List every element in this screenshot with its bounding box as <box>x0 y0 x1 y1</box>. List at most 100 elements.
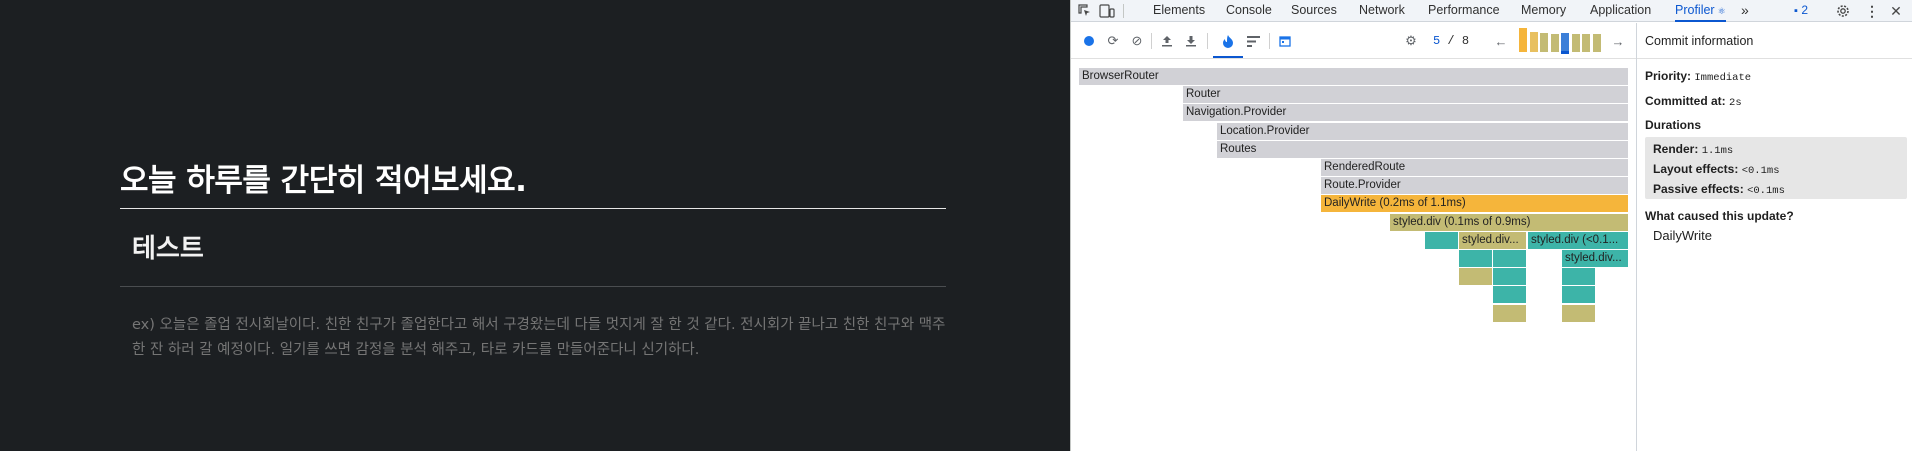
commit-current: 5 <box>1433 34 1441 48</box>
tab-profiler[interactable]: Profiler ⚛ <box>1675 0 1726 22</box>
inspect-element-icon[interactable] <box>1075 1 1095 21</box>
passive-effects-row: Passive effects: <0.1ms <box>1653 182 1785 197</box>
ranked-chart-icon[interactable] <box>1243 31 1263 51</box>
committed-at-value: 2s <box>1729 97 1742 109</box>
active-view-indicator <box>1213 56 1243 58</box>
commit-bar[interactable] <box>1519 28 1527 52</box>
timeline-calendar-icon[interactable] <box>1275 31 1295 51</box>
render-value: 1.1ms <box>1701 145 1734 157</box>
commit-bar[interactable] <box>1571 34 1580 52</box>
tab-application[interactable]: Application <box>1590 0 1651 22</box>
priority-value: Immediate <box>1694 72 1752 84</box>
flamegraph-node[interactable]: styled.div... <box>1562 250 1629 267</box>
flame-chart-icon[interactable] <box>1218 31 1238 51</box>
flamegraph-node[interactable]: RenderedRoute <box>1321 159 1629 176</box>
flamegraph-node[interactable]: styled.div... <box>1459 231 1527 249</box>
message-icon: ▪ <box>1794 5 1798 17</box>
priority-row: Priority: Immediate <box>1645 69 1751 84</box>
committed-at-label: Committed at: <box>1645 94 1726 108</box>
close-icon[interactable]: ✕ <box>1886 1 1906 21</box>
render-duration-row: Render: 1.1ms <box>1653 142 1733 157</box>
flamegraph-node[interactable] <box>1459 268 1493 286</box>
committed-at-row: Committed at: 2s <box>1645 94 1742 109</box>
layout-effects-row: Layout effects: <0.1ms <box>1653 162 1780 177</box>
commit-bar[interactable] <box>1540 33 1548 52</box>
flamegraph-node[interactable] <box>1459 250 1493 267</box>
issues-button[interactable]: ▪ 2 <box>1794 0 1808 22</box>
diary-content-textarea[interactable] <box>132 313 952 388</box>
flamegraph-node[interactable] <box>1562 304 1596 322</box>
commit-counter: 5 / 8 <box>1433 34 1469 48</box>
next-commit-arrow-icon[interactable]: → <box>1608 31 1628 51</box>
commit-bar[interactable] <box>1561 33 1569 52</box>
toolbar-separator <box>1207 33 1208 49</box>
flamegraph-node[interactable]: styled.div (<0.1... <box>1528 231 1629 249</box>
flamegraph-node[interactable] <box>1493 268 1527 286</box>
layout-effects-value: <0.1ms <box>1741 165 1780 177</box>
app-page: 오늘 하루를 간단히 적어보세요. <box>0 0 1070 451</box>
tabbar-separator <box>1123 4 1124 18</box>
commit-info-sidebar: Commit information Priority: Immediate C… <box>1636 23 1912 451</box>
flamegraph-node[interactable] <box>1493 304 1527 322</box>
flamegraph-node[interactable] <box>1562 268 1596 286</box>
page-heading: 오늘 하루를 간단히 적어보세요. <box>120 163 527 199</box>
reload-and-profile-icon[interactable]: ⟳ <box>1103 31 1123 51</box>
commit-total: 8 <box>1461 34 1470 48</box>
clear-icon[interactable]: ⊘ <box>1127 31 1147 51</box>
flamegraph-node[interactable]: Router <box>1183 86 1629 104</box>
previous-commit-arrow-icon[interactable]: ← <box>1491 31 1511 51</box>
gear-icon[interactable] <box>1833 1 1853 21</box>
profiler-toolbar: ⟳ ⊘ ⚙ 5 / 8 ← → <box>1071 23 1636 59</box>
tab-sources[interactable]: Sources <box>1291 0 1337 22</box>
flamegraph-node[interactable]: Navigation.Provider <box>1183 104 1629 122</box>
update-cause-label: What caused this update? <box>1645 209 1794 223</box>
load-profile-icon[interactable] <box>1157 31 1177 51</box>
flamegraph-chart: BrowserRouter Router Navigation.Provider Lo… <box>1079 68 1629 368</box>
commit-bar[interactable] <box>1582 34 1590 52</box>
commit-info-header: Commit information <box>1637 23 1912 59</box>
update-cause-component[interactable]: DailyWrite <box>1653 228 1712 243</box>
flamegraph-node[interactable]: Location.Provider <box>1217 122 1629 140</box>
tab-profiler-label: Profiler <box>1675 3 1715 17</box>
flamegraph-node[interactable]: Route.Provider <box>1321 177 1629 195</box>
commit-selector-chart[interactable] <box>1519 25 1603 57</box>
record-icon[interactable] <box>1079 31 1099 51</box>
double-chevron-right-icon[interactable]: » <box>1741 0 1749 22</box>
flamegraph-node[interactable] <box>1425 231 1459 249</box>
durations-box: Render: 1.1ms Layout effects: <0.1ms Pas… <box>1645 137 1907 199</box>
diary-title-input[interactable] <box>132 231 932 261</box>
flamegraph-node[interactable]: BrowserRouter <box>1079 68 1629 85</box>
issues-count: 2 <box>1801 3 1809 17</box>
selected-commit-marker <box>1561 51 1569 54</box>
tab-console[interactable]: Console <box>1226 0 1272 22</box>
flamegraph-node[interactable] <box>1562 286 1596 304</box>
tab-memory[interactable]: Memory <box>1521 0 1566 22</box>
content-divider <box>120 286 946 287</box>
device-toolbar-icon[interactable] <box>1097 1 1117 21</box>
commit-bar[interactable] <box>1550 34 1559 52</box>
flamegraph-node[interactable]: Routes <box>1217 140 1629 158</box>
durations-label: Durations <box>1645 118 1702 132</box>
passive-effects-value: <0.1ms <box>1747 185 1785 197</box>
flamegraph-node[interactable]: DailyWrite (0.2ms of 1.1ms) <box>1321 195 1629 213</box>
kebab-menu-icon[interactable]: ⋮ <box>1862 1 1882 21</box>
durations-heading: Durations <box>1645 118 1701 132</box>
tab-performance[interactable]: Performance <box>1428 0 1500 22</box>
commit-separator: / <box>1447 34 1455 48</box>
devtools-panel: Elements Console Sources Network Perform… <box>1070 0 1912 451</box>
devtools-tabbar: Elements Console Sources Network Perform… <box>1071 0 1912 22</box>
priority-label: Priority: <box>1645 69 1692 83</box>
tab-elements[interactable]: Elements <box>1153 0 1205 22</box>
toolbar-separator <box>1269 33 1270 49</box>
layout-effects-label: Layout effects: <box>1653 162 1739 176</box>
tab-network[interactable]: Network <box>1359 0 1405 22</box>
profiler-settings-gear-icon[interactable]: ⚙ <box>1401 31 1421 51</box>
flamegraph-node[interactable] <box>1493 286 1527 304</box>
save-profile-icon[interactable] <box>1181 31 1201 51</box>
flamegraph-node[interactable] <box>1493 250 1527 267</box>
toolbar-separator <box>1151 33 1152 49</box>
commit-bar[interactable] <box>1592 34 1601 52</box>
heading-divider <box>120 208 946 209</box>
flamegraph-node[interactable]: styled.div (0.1ms of 0.9ms) <box>1390 213 1629 231</box>
commit-bar[interactable] <box>1529 32 1538 52</box>
